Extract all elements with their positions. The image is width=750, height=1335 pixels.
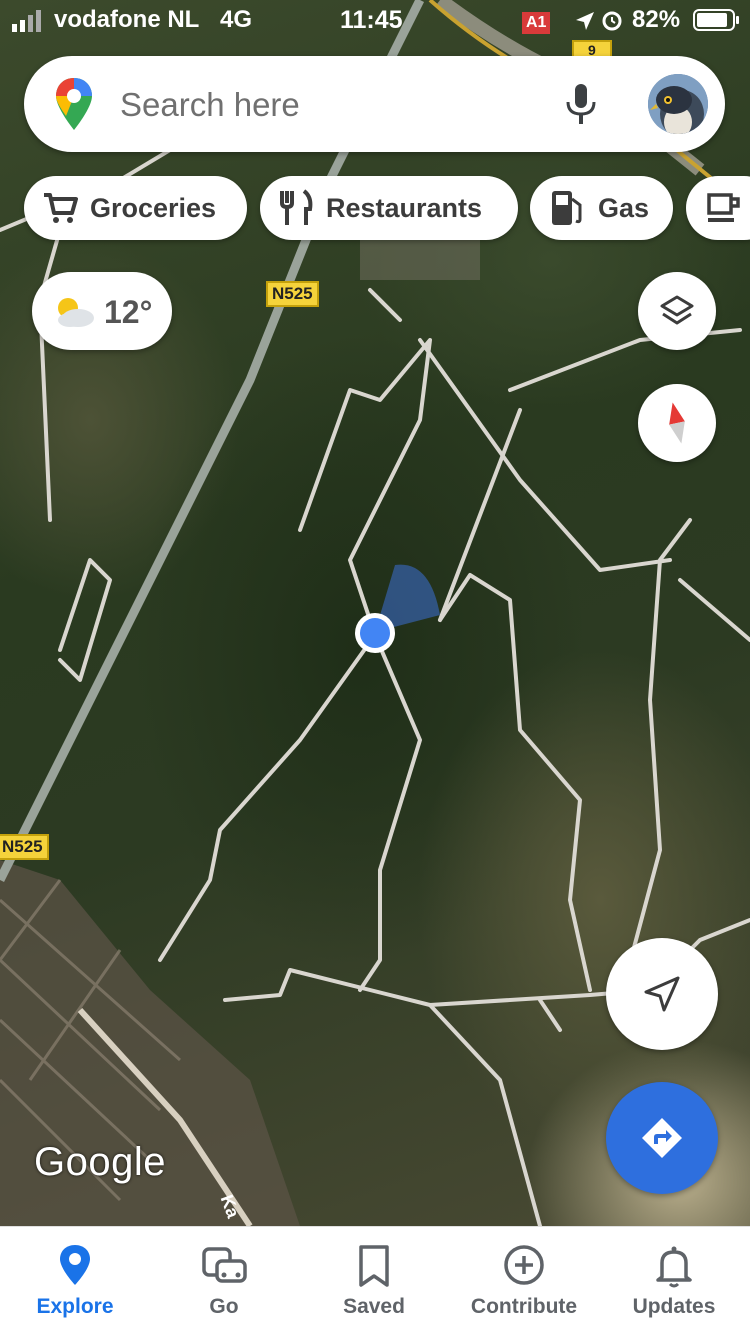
my-location-icon <box>644 976 680 1012</box>
layers-button[interactable] <box>638 272 716 350</box>
nav-label: Contribute <box>470 1295 578 1318</box>
chip-groceries[interactable]: Groceries <box>24 176 247 240</box>
account-avatar[interactable] <box>648 74 708 134</box>
signal-icon <box>12 10 41 32</box>
nav-updates[interactable]: Updates <box>599 1227 749 1335</box>
bell-icon <box>656 1246 692 1288</box>
search-bar[interactable]: Search here <box>24 56 725 152</box>
chip-label: Groceries <box>90 192 217 223</box>
nav-label: Updates <box>632 1295 716 1318</box>
nav-saved[interactable]: Saved <box>299 1227 449 1335</box>
bookmark-icon <box>359 1245 389 1287</box>
google-maps-logo-icon <box>56 78 92 130</box>
route-a1-label: A1 <box>522 12 551 34</box>
fork-knife-icon <box>280 189 313 225</box>
gas-pump-icon <box>552 191 582 225</box>
nav-label: Explore <box>36 1295 114 1318</box>
chip-restaurants[interactable]: Restaurants <box>260 176 518 240</box>
cart-icon <box>44 193 78 223</box>
carrier-name: vodafone NL <box>54 6 200 33</box>
location-arrow-icon <box>576 12 594 30</box>
weather-chip[interactable]: 12° <box>32 272 172 350</box>
search-placeholder[interactable]: Search here <box>120 86 300 124</box>
nav-label: Saved <box>343 1295 405 1318</box>
clock: 11:45 <box>340 6 403 34</box>
explore-pin-icon <box>60 1245 90 1285</box>
bottom-navigation: Explore Go Saved Contribute Updates <box>0 1226 750 1335</box>
my-location-button[interactable] <box>606 938 718 1050</box>
compass-button[interactable] <box>638 384 716 462</box>
partly-cloudy-icon <box>58 298 94 327</box>
chip-label: Gas <box>598 192 650 223</box>
chip-coffee[interactable] <box>686 176 750 240</box>
battery-percent: 82% <box>632 6 681 33</box>
chip-label: Restaurants <box>326 192 483 223</box>
alarm-icon <box>602 11 622 31</box>
nav-go[interactable]: Go <box>149 1227 299 1335</box>
layers-icon <box>660 295 694 325</box>
road-label-n525: N525 <box>266 281 319 307</box>
chip-gas[interactable]: Gas <box>530 176 673 240</box>
nav-explore[interactable]: Explore <box>0 1227 150 1335</box>
nav-label: Go <box>209 1295 239 1318</box>
battery-icon <box>693 9 739 31</box>
road-label-n525-2: N525 <box>0 834 49 860</box>
directions-icon <box>642 1118 682 1158</box>
compass-icon <box>669 402 685 444</box>
google-attribution: Google <box>34 1140 166 1184</box>
temperature: 12° <box>104 294 153 330</box>
nav-contribute[interactable]: Contribute <box>449 1227 599 1335</box>
directions-button[interactable] <box>606 1082 718 1194</box>
add-circle-icon <box>504 1245 544 1285</box>
commute-icon <box>202 1247 247 1283</box>
falcon-avatar-icon <box>648 74 708 134</box>
network-type: 4G <box>220 6 253 33</box>
mic-icon[interactable] <box>564 84 598 126</box>
coffee-icon <box>707 193 740 222</box>
